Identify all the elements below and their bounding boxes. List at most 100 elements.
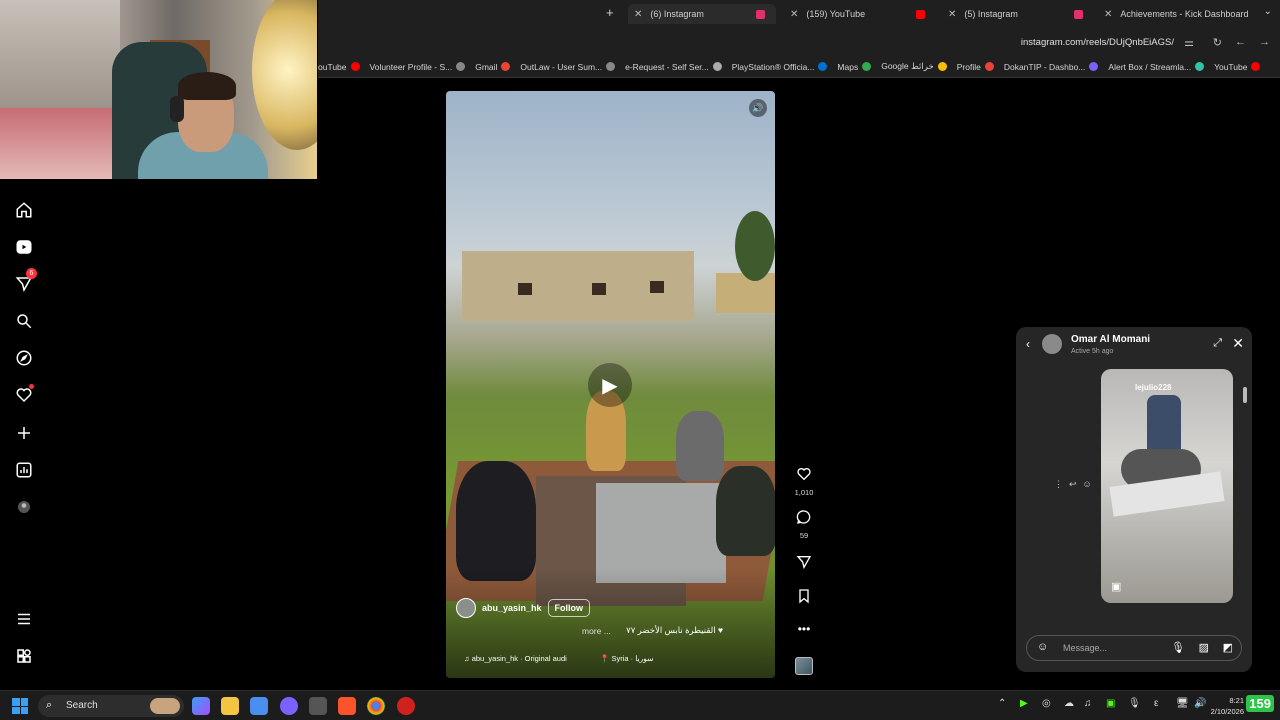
taskbar-search[interactable]: ⌕ Search (38, 695, 184, 717)
message-input[interactable]: Message... (1063, 643, 1107, 653)
volume-icon[interactable]: 🔊 (749, 99, 767, 117)
explore-compass-icon[interactable] (14, 348, 34, 368)
volume-icon[interactable]: 🔊 (1194, 698, 1206, 709)
close-tab-icon[interactable]: ✕ (948, 9, 956, 20)
sticker-icon[interactable]: ◩ (1223, 641, 1233, 654)
audio-thumbnail[interactable] (795, 657, 813, 675)
reels-icon[interactable] (14, 237, 34, 257)
reel-video[interactable]: 🔊 ▶ abu_yasin_hk Follow more ... القنيطر… (446, 91, 775, 678)
comment-icon (796, 510, 811, 524)
save-button[interactable] (792, 588, 816, 609)
author-avatar[interactable] (456, 598, 476, 618)
new-tab-button[interactable]: + (606, 5, 614, 20)
microphone-icon[interactable]: 🎙 (1171, 641, 1185, 654)
author-username[interactable]: abu_yasin_hk (482, 603, 542, 613)
tab-label: Achievements - Kick Dashboard (1120, 9, 1249, 19)
message-compose[interactable]: ☺ Message... 🎙 ▨ ◩ (1026, 635, 1242, 661)
tab-search-chevron-icon[interactable]: ⌄ (1264, 6, 1272, 17)
close-tab-icon[interactable]: ✕ (1104, 9, 1112, 20)
chevron-left-icon[interactable]: ‹ (1026, 337, 1030, 351)
bookmark-item[interactable]: PlayStation® Officia... (732, 62, 828, 72)
system-clock[interactable]: 8:21 2/10/2026 (1211, 695, 1244, 717)
tray-app-icon[interactable]: ▣ (1106, 698, 1115, 709)
file-explorer-icon[interactable] (221, 697, 239, 715)
bookmark-item[interactable]: Google خرائط (881, 61, 947, 72)
image-icon[interactable]: ▨ (1199, 641, 1209, 654)
video-scene-window (592, 283, 606, 295)
home-icon[interactable] (14, 200, 34, 220)
more-options-icon[interactable]: ••• (792, 622, 816, 636)
tray-app-icon[interactable]: ◎ (1042, 698, 1051, 709)
tray-app-icon[interactable]: ☁ (1064, 698, 1074, 709)
emoji-icon[interactable]: ☺ (1037, 641, 1048, 653)
bookmark-item[interactable]: Volunteer Profile - S... (370, 62, 466, 72)
bookmark-item[interactable]: YouTube (1214, 62, 1261, 72)
caption-more-link[interactable]: more ... (582, 626, 611, 636)
close-icon[interactable]: ✕ (1232, 335, 1244, 352)
tab-instagram-6[interactable]: ✕ (6) Instagram (628, 4, 776, 24)
bookmark-item[interactable]: OutLaw - User Sum... (520, 62, 616, 72)
forward-arrow-icon[interactable]: → (1259, 36, 1270, 48)
notifications-heart-icon[interactable] (14, 384, 34, 405)
obs-record-icon[interactable] (397, 697, 415, 715)
reel-audio-link[interactable]: ♫ abu_yasin_hk · Original audi (464, 654, 567, 663)
windows-start-icon[interactable] (12, 698, 28, 714)
tray-app-icon[interactable]: ▶ (1020, 698, 1028, 709)
tray-overflow-icon[interactable]: ⌃ (998, 698, 1006, 709)
chat-scrollbar[interactable] (1242, 367, 1248, 617)
chrome-icon[interactable] (367, 697, 385, 715)
clock-time: 8:21 (1229, 696, 1244, 705)
network-icon[interactable]: 🖥 (1176, 698, 1189, 709)
bookmark-item[interactable]: Alert Box / Streamla... (1108, 62, 1205, 72)
copilot-icon[interactable] (192, 697, 210, 715)
notification-badge: 6 (26, 268, 37, 279)
profile-icon (984, 62, 994, 71)
bookmark-item[interactable]: Maps (837, 62, 872, 72)
also-from-meta-icon[interactable] (14, 646, 34, 666)
contact-name[interactable]: Omar Al Momani (1071, 334, 1150, 345)
microphone-tray-icon[interactable]: 🎙 (1128, 698, 1141, 709)
message-actions[interactable]: ⋮↩☺ (1054, 479, 1098, 490)
bookmark-item[interactable]: Gmail (475, 62, 511, 72)
url-text[interactable]: instagram.com/reels/DUjQnbEiAGS/ (1021, 37, 1174, 48)
like-button[interactable]: 1,010 (792, 466, 816, 497)
comment-button[interactable]: 59 (792, 509, 816, 540)
tab-instagram-5[interactable]: ✕ (5) Instagram (948, 4, 1088, 24)
shared-reel-message[interactable]: lejulio228 ▣ (1101, 369, 1233, 603)
headset-tray-icon[interactable]: ♫ (1084, 698, 1092, 709)
settings-gear-icon[interactable] (309, 697, 327, 715)
bookmark-item[interactable]: Profile (957, 62, 994, 72)
contact-avatar[interactable] (1042, 334, 1062, 354)
bookmark-item[interactable]: ouTube (318, 62, 360, 72)
follow-button[interactable]: Follow (547, 599, 591, 617)
discord-icon[interactable] (280, 697, 298, 715)
dashboard-icon[interactable] (14, 460, 34, 480)
like-count: 1,010 (794, 488, 814, 497)
menu-hamburger-icon[interactable] (14, 609, 34, 629)
store-icon[interactable] (250, 697, 268, 715)
language-indicator[interactable]: ε (1154, 698, 1158, 709)
brave-browser-icon[interactable] (338, 697, 356, 715)
tab-label: (5) Instagram (964, 9, 1018, 19)
tab-kick-dashboard[interactable]: ✕ Achievements - Kick Dashboard (1104, 4, 1249, 24)
reload-icon[interactable]: ↻ (1213, 36, 1222, 49)
bookmark-item[interactable]: e-Request - Self Ser... (625, 62, 722, 72)
messages-icon[interactable]: 6 (14, 268, 37, 294)
reel-caption: القنيطرة نابس الأخضر ٧٧ ♥ (626, 625, 723, 635)
expand-icon[interactable]: ⤢ (1213, 337, 1222, 350)
close-tab-icon[interactable]: ✕ (634, 9, 642, 20)
create-plus-icon[interactable] (14, 423, 34, 443)
taskbar-search-label: Search (66, 700, 98, 711)
reel-location-link[interactable]: 📍 Syria · سوريا (600, 654, 653, 663)
site-settings-icon[interactable]: ⚌ (1184, 36, 1194, 49)
play-icon[interactable]: ▶ (588, 363, 632, 407)
scrollbar-thumb[interactable] (1243, 387, 1247, 403)
bookmark-item[interactable]: DokanTIP - Dashbo... (1004, 62, 1099, 72)
maps-pin-icon (937, 62, 947, 71)
close-tab-icon[interactable]: ✕ (790, 9, 798, 20)
profile-avatar[interactable] (14, 497, 34, 517)
share-button[interactable] (792, 554, 816, 575)
back-arrow-icon[interactable]: ← (1235, 36, 1246, 48)
search-icon[interactable] (14, 311, 34, 331)
tab-youtube[interactable]: ✕ (159) YouTube (790, 4, 930, 24)
